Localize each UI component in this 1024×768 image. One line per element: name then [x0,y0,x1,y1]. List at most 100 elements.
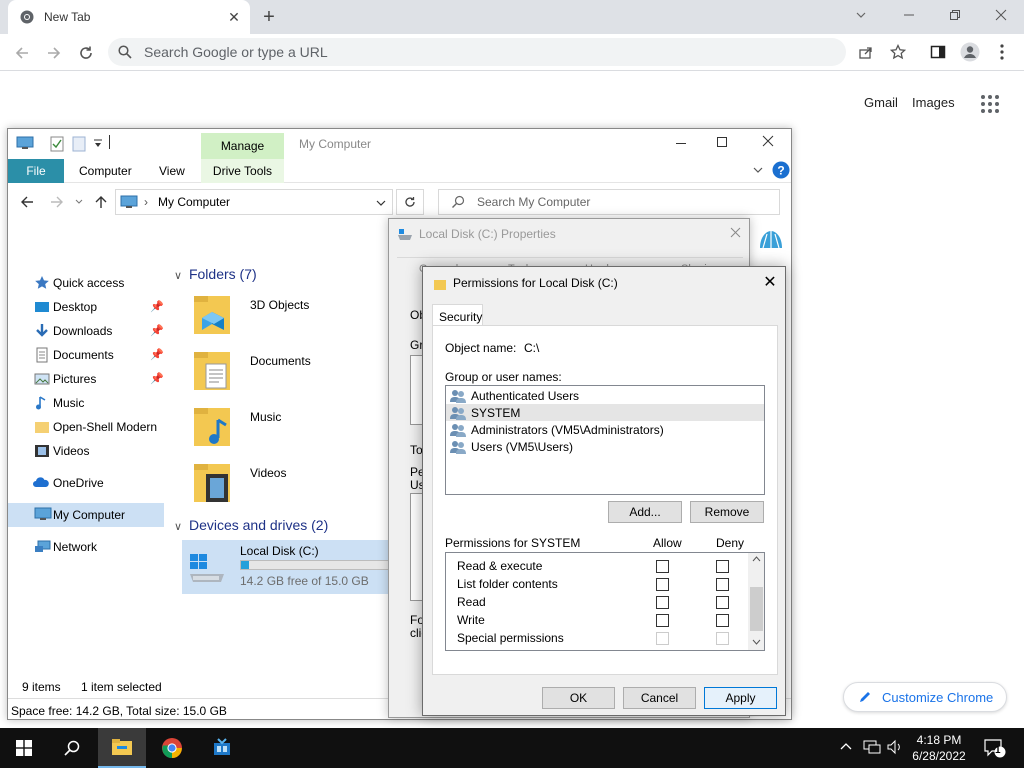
pin-icon[interactable]: 📌 [150,348,164,361]
cancel-button[interactable]: Cancel [623,687,696,709]
up-arrow-icon[interactable] [94,195,108,209]
side-panel-icon[interactable] [926,40,950,64]
scroll-down-icon[interactable] [752,639,761,645]
pin-icon[interactable]: 📌 [150,372,164,385]
tab-security[interactable]: Security [432,304,483,326]
allow-checkbox[interactable] [656,596,669,609]
deny-checkbox[interactable] [716,578,729,591]
remove-button[interactable]: Remove [690,501,764,523]
nav-item-pictures[interactable]: Pictures 📌 [8,367,174,391]
bookmark-star-icon[interactable] [886,40,910,64]
back-arrow-icon[interactable] [20,195,34,209]
reload-icon[interactable] [73,40,99,66]
menu-dots-icon[interactable] [990,40,1014,64]
properties-qat-icon[interactable] [50,136,64,152]
tab-file[interactable]: File [8,159,64,183]
network-tray-icon[interactable] [863,739,881,755]
taskbar-file-explorer[interactable] [98,728,146,768]
nav-item-open-shell[interactable]: Open-Shell Modern [8,415,174,439]
folder-item-3d-objects[interactable]: 3D Objects [192,292,392,342]
omnibox[interactable]: Search Google or type a URL [108,38,846,66]
deny-checkbox[interactable] [716,560,729,573]
ribbon-expand-icon[interactable] [753,167,763,175]
close-window-icon[interactable] [978,0,1024,30]
apply-button[interactable]: Apply [704,687,777,709]
permission-list[interactable]: Read & execute List folder contents Read… [445,552,765,651]
tab-new-tab[interactable]: New Tab ✕ [8,0,250,34]
permission-scrollbar[interactable] [748,553,764,650]
tab-computer[interactable]: Computer [79,164,132,178]
permissions-close-icon[interactable]: ✕ [759,271,781,293]
pin-icon[interactable]: 📌 [150,300,164,313]
user-row-system[interactable]: SYSTEM [446,404,764,421]
nav-item-desktop[interactable]: Desktop 📌 [8,295,174,319]
tab-view[interactable]: View [159,164,185,178]
forward-arrow-icon[interactable] [50,195,64,209]
share-icon[interactable] [854,40,878,64]
close-tab-icon[interactable]: ✕ [224,7,244,27]
nav-item-onedrive[interactable]: OneDrive [8,471,174,495]
deny-checkbox[interactable] [716,596,729,609]
chrome-minimize-icon[interactable] [886,0,932,30]
pin-icon[interactable]: 📌 [150,324,164,337]
start-button[interactable] [0,728,48,768]
user-list[interactable]: Authenticated Users SYSTEM Administrator… [445,385,765,495]
new-folder-qat-icon[interactable] [72,136,86,152]
allow-checkbox[interactable] [656,578,669,591]
refresh-icon[interactable] [396,189,424,215]
explorer-close-icon[interactable] [762,135,774,147]
apps-grid-icon[interactable] [980,94,1000,114]
breadcrumb-separator-icon[interactable]: › [144,195,148,209]
taskbar-app[interactable] [198,728,246,768]
restore-icon[interactable] [932,0,978,30]
help-icon[interactable]: ? [772,161,790,179]
user-row-authenticated[interactable]: Authenticated Users [446,387,764,404]
folder-item-documents[interactable]: Documents [192,348,392,398]
tab-drive-tools[interactable]: Drive Tools [201,159,284,183]
folders-group-header[interactable]: ∨ Folders (7) [174,266,257,282]
taskbar-search-button[interactable] [48,728,96,768]
tray-expand-icon[interactable] [840,742,852,750]
profile-avatar-icon[interactable] [958,40,982,64]
nav-item-documents[interactable]: Documents 📌 [8,343,174,367]
nav-item-videos[interactable]: Videos [8,439,174,463]
taskbar-chrome[interactable] [148,728,196,768]
new-tab-button[interactable]: + [258,6,280,28]
add-button[interactable]: Add... [608,501,682,523]
gmail-link[interactable]: Gmail [864,95,898,110]
nav-item-music[interactable]: Music [8,391,174,415]
deny-checkbox[interactable] [716,614,729,627]
explorer-search-input[interactable]: Search My Computer [438,189,780,215]
open-shell-icon[interactable] [758,228,784,252]
qat-dropdown-icon[interactable] [93,139,103,149]
customize-chrome-button[interactable]: Customize Chrome [843,682,1007,712]
scroll-up-icon[interactable] [752,556,761,562]
nav-item-downloads[interactable]: Downloads 📌 [8,319,174,343]
folder-item-music[interactable]: Music [192,404,392,454]
address-dropdown-icon[interactable] [376,200,386,206]
nav-item-quick-access[interactable]: Quick access [8,271,174,295]
manage-context-tab[interactable]: Manage [201,133,284,159]
nav-item-network[interactable]: Network [8,535,174,559]
allow-checkbox[interactable] [656,560,669,573]
explorer-minimize-icon[interactable] [676,143,686,144]
taskbar-clock[interactable]: 4:18 PM 6/28/2022 [908,732,970,764]
allow-checkbox[interactable] [656,614,669,627]
recent-locations-icon[interactable] [75,199,83,205]
scroll-thumb[interactable] [750,587,763,631]
forward-icon[interactable] [41,40,67,66]
ok-button[interactable]: OK [542,687,615,709]
images-link[interactable]: Images [912,95,955,110]
explorer-maximize-icon[interactable] [717,137,727,147]
volume-icon[interactable] [886,739,904,755]
properties-close-icon[interactable] [730,227,741,238]
drive-item-local-disk[interactable]: Local Disk (C:) 14.2 GB free of 15.0 GB [182,540,392,594]
address-bar[interactable]: › My Computer [115,189,393,215]
folder-item-videos[interactable]: Videos [192,460,392,510]
user-row-administrators[interactable]: Administrators (VM5\Administrators) [446,421,764,438]
devices-group-header[interactable]: ∨ Devices and drives (2) [174,517,328,533]
nav-item-my-computer[interactable]: My Computer [8,503,164,527]
back-icon[interactable] [9,40,35,66]
user-row-users[interactable]: Users (VM5\Users) [446,438,764,455]
minimize-button[interactable] [838,0,884,30]
